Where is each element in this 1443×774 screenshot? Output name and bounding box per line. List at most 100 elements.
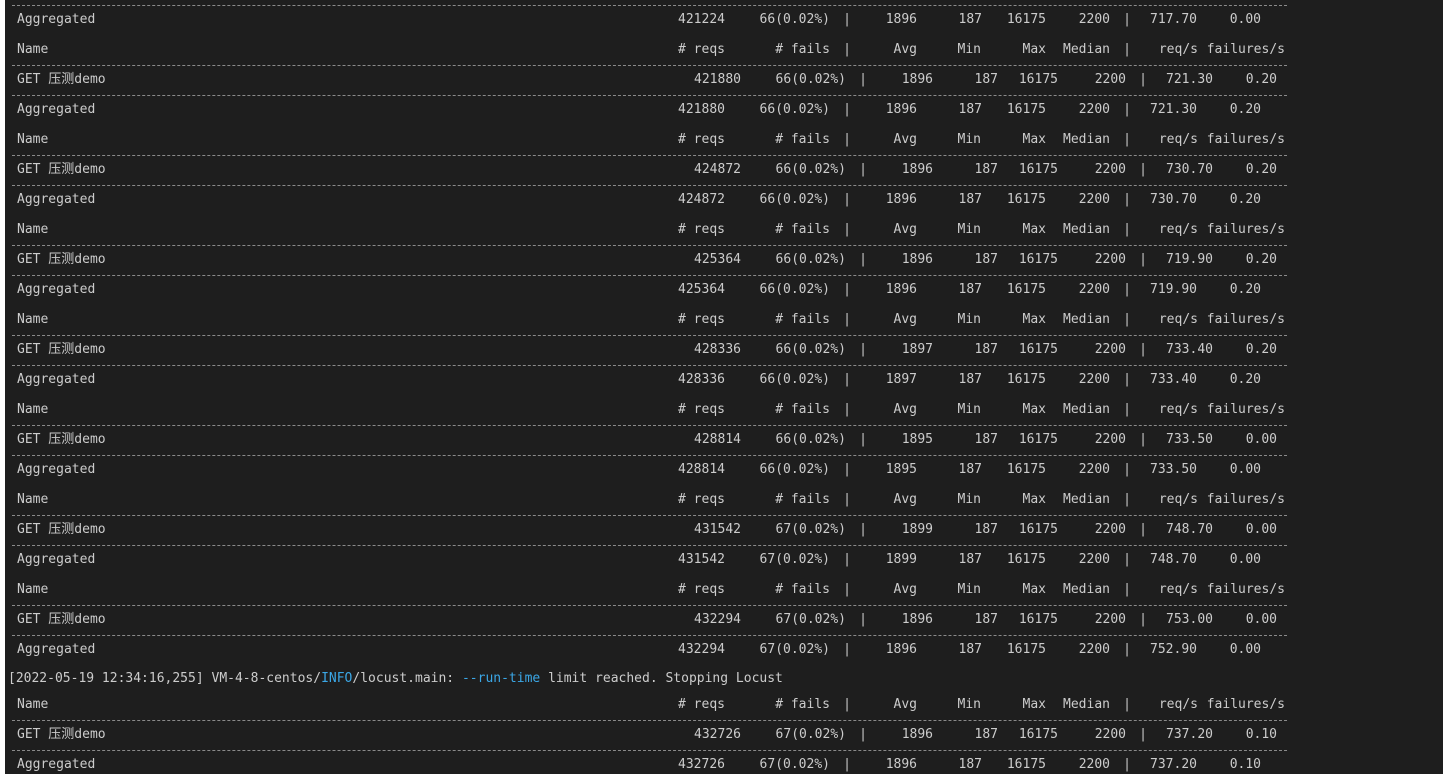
col-max: 16175 [1006, 757, 1046, 772]
col-req-per-sec: 719.90 [1166, 252, 1213, 267]
header-col-avg: Avg [893, 697, 917, 712]
col-fails: 67(0.02%) [775, 727, 846, 742]
col-divider: | [859, 72, 867, 87]
aggregated-row: Aggregated 421224 66(0.02%) | 1896 187 16175 22… [5, 0, 1295, 30]
header-col-divider: | [1123, 697, 1131, 712]
col-req-per-sec: 737.20 [1166, 727, 1213, 742]
header-col-failures-per-sec: failures/s [1206, 312, 1285, 327]
header-col-max: Max [1022, 42, 1046, 57]
aggregated-row: Aggregated 428814 66(0.02%) | 1895 187 16175 22… [5, 450, 1295, 480]
col-median: 2200 [1078, 372, 1110, 387]
col-reqs: 432726 [678, 757, 725, 772]
col-median: 2200 [1094, 612, 1126, 627]
col-req-per-sec: 753.00 [1166, 612, 1213, 627]
table-header-row: Name # reqs # fails | Avg Min Max Median | req/s f… [5, 120, 1295, 150]
header-col-min: Min [957, 402, 981, 417]
request-row: GET 压测demo 428336 66(0.02%) | 1897 187 16175 22… [5, 330, 1295, 360]
col-median: 2200 [1078, 552, 1110, 567]
header-col-reqs: # reqs [678, 132, 725, 147]
col-failures-per-sec: 0.00 [1245, 522, 1277, 537]
row-name: GET 压测demo [17, 162, 106, 177]
col-failures-per-sec: 0.10 [1245, 727, 1277, 742]
col-failures-per-sec: 0.00 [1229, 462, 1261, 477]
header-col-median: Median [1063, 312, 1110, 327]
table-header-row: Name # reqs # fails | Avg Min Max Median | req/s f… [5, 685, 1295, 715]
header-col-avg: Avg [893, 42, 917, 57]
header-name: Name [17, 402, 49, 417]
col-divider: | [859, 522, 867, 537]
col-min: 187 [958, 552, 982, 567]
header-col-fails: # fails [775, 42, 830, 57]
header-col-max: Max [1022, 312, 1046, 327]
header-col-divider: | [1123, 402, 1131, 417]
header-col-median: Median [1063, 42, 1110, 57]
header-col-avg: Avg [893, 492, 917, 507]
col-req-per-sec: 733.50 [1166, 432, 1213, 447]
col-avg: 1899 [901, 522, 933, 537]
header-col-reqs: # reqs [678, 402, 725, 417]
header-col-reqs: # reqs [678, 582, 725, 597]
header-col-median: Median [1063, 132, 1110, 147]
header-col-reqs: # reqs [678, 697, 725, 712]
col-max: 16175 [1006, 372, 1046, 387]
col-reqs: 424872 [694, 162, 741, 177]
col-avg: 1896 [901, 252, 933, 267]
row-name: Aggregated [17, 642, 96, 657]
header-col-min: Min [957, 222, 981, 237]
col-min: 187 [974, 342, 998, 357]
row-name: GET 压测demo [17, 727, 106, 742]
col-divider: | [859, 252, 867, 267]
col-avg: 1896 [885, 757, 917, 772]
col-divider: | [843, 192, 851, 207]
aggregated-row: Aggregated 432726 67(0.02%) | 1896 187 16175 22… [5, 745, 1295, 774]
row-name: Aggregated [17, 372, 96, 387]
header-col-max: Max [1022, 492, 1046, 507]
col-fails: 66(0.02%) [775, 342, 846, 357]
col-reqs: 432726 [694, 727, 741, 742]
col-divider: | [859, 162, 867, 177]
col-reqs: 431542 [678, 552, 725, 567]
col-max: 16175 [1006, 282, 1046, 297]
col-reqs: 431542 [694, 522, 741, 537]
col-divider: | [1123, 192, 1131, 207]
aggregated-row: Aggregated 428336 66(0.02%) | 1897 187 16175 22… [5, 360, 1295, 390]
header-col-divider: | [1123, 132, 1131, 147]
col-reqs: 425364 [678, 282, 725, 297]
col-fails: 66(0.02%) [759, 282, 830, 297]
col-min: 187 [974, 522, 998, 537]
col-fails: 66(0.02%) [759, 102, 830, 117]
col-avg: 1896 [885, 642, 917, 657]
col-reqs: 432294 [694, 612, 741, 627]
col-failures-per-sec: 0.00 [1245, 612, 1277, 627]
row-name: Aggregated [17, 282, 96, 297]
col-min: 187 [974, 612, 998, 627]
header-col-divider: | [1123, 222, 1131, 237]
col-divider: | [1139, 252, 1147, 267]
header-col-req-per-sec: req/s [1158, 312, 1198, 327]
header-col-fails: # fails [775, 582, 830, 597]
col-fails: 66(0.02%) [759, 12, 830, 27]
header-col-divider: | [1123, 582, 1131, 597]
header-col-req-per-sec: req/s [1158, 697, 1198, 712]
header-col-divider: | [843, 582, 851, 597]
col-avg: 1896 [885, 12, 917, 27]
col-min: 187 [958, 462, 982, 477]
request-row: GET 压测demo 425364 66(0.02%) | 1896 187 16175 22… [5, 240, 1295, 270]
col-divider: | [843, 372, 851, 387]
row-name: GET 压测demo [17, 522, 106, 537]
request-row: GET 压测demo 431542 67(0.02%) | 1899 187 16175 22… [5, 510, 1295, 540]
header-col-min: Min [957, 132, 981, 147]
col-divider: | [843, 642, 851, 657]
terminal-output[interactable]: Aggregated 421224 66(0.02%) | 1896 187 16175 22… [5, 0, 1443, 774]
col-median: 2200 [1078, 757, 1110, 772]
col-failures-per-sec: 0.20 [1229, 102, 1261, 117]
header-col-req-per-sec: req/s [1158, 132, 1198, 147]
col-failures-per-sec: 0.00 [1229, 12, 1261, 27]
col-avg: 1896 [901, 162, 933, 177]
col-min: 187 [958, 642, 982, 657]
col-median: 2200 [1094, 522, 1126, 537]
row-name: Aggregated [17, 192, 96, 207]
col-median: 2200 [1078, 192, 1110, 207]
request-row: GET 压测demo 432726 67(0.02%) | 1896 187 16175 22… [5, 715, 1295, 745]
col-divider: | [843, 102, 851, 117]
